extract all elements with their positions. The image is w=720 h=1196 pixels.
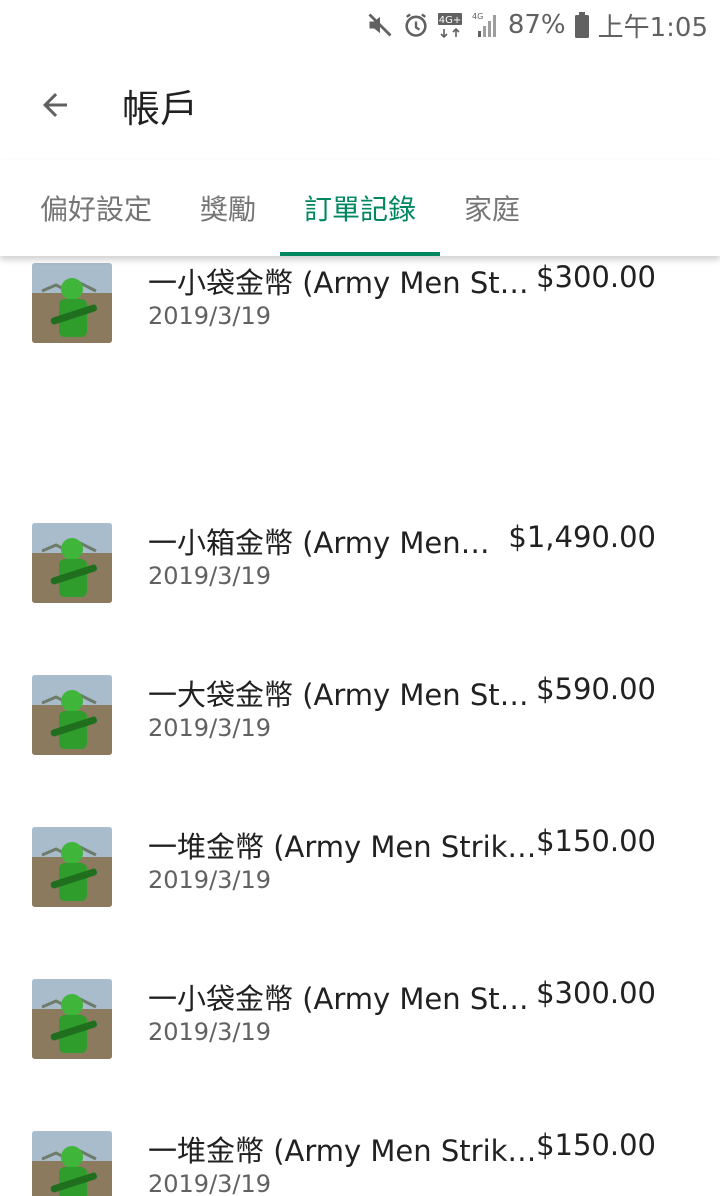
order-price: $590.00 [536, 672, 656, 706]
order-title: 一堆金幣 (Army Men Strik… [148, 830, 537, 864]
app-icon [32, 263, 112, 343]
mute-icon [366, 11, 394, 39]
tab-rewards[interactable]: 獎勵 [190, 160, 266, 256]
order-price: $1,490.00 [508, 520, 656, 554]
signal-icon: 4G [472, 11, 500, 39]
tab-preferences[interactable]: 偏好設定 [28, 160, 164, 256]
app-icon [32, 1131, 112, 1196]
active-tab-indicator [280, 252, 440, 256]
battery-icon [574, 11, 590, 39]
order-price: $300.00 [536, 976, 656, 1010]
arrow-back-icon [43, 93, 67, 117]
order-title: 一堆金幣 (Army Men Strik… [148, 1134, 537, 1168]
tab-label: 偏好設定 [39, 193, 152, 226]
order-price: $300.00 [536, 260, 656, 294]
tab-label: 家庭 [463, 193, 520, 226]
order-price: $150.00 [536, 824, 656, 858]
page-title: 帳戶 [122, 87, 199, 131]
app-icon [32, 979, 112, 1059]
tab-order-history[interactable]: 訂單記錄 [280, 160, 440, 256]
tab-label: 訂單記錄 [303, 193, 416, 226]
status-bar: 4G+ 4G 87% 上午1:05 [0, 0, 720, 50]
app-bar: 帳戶 [0, 50, 720, 160]
order-date: 2019/3/19 [148, 1018, 272, 1046]
order-date: 2019/3/19 [148, 714, 272, 742]
order-row[interactable]: 一堆金幣 (Army Men Strik… $150.00 2019/3/19 [0, 820, 720, 920]
order-row[interactable]: 一大袋金幣 (Army Men St… $590.00 2019/3/19 [0, 668, 720, 768]
order-title: 一小袋金幣 (Army Men St… [148, 266, 529, 300]
tab-bar: 偏好設定 獎勵 訂單記錄 家庭 [0, 160, 720, 256]
order-date: 2019/3/19 [148, 302, 272, 330]
order-row[interactable]: 一小袋金幣 (Army Men St… $300.00 2019/3/19 [0, 972, 720, 1072]
order-row[interactable]: 一小袋金幣 (Army Men St… $300.00 2019/3/19 [0, 256, 720, 356]
order-row[interactable]: 一堆金幣 (Army Men Strik… $150.00 2019/3/19 [0, 1124, 720, 1196]
back-button[interactable] [26, 76, 84, 134]
order-row[interactable]: 一小箱金幣 (Army Men… $1,490.00 2019/3/19 [0, 516, 720, 616]
order-date: 2019/3/19 [148, 562, 272, 590]
svg-text:4G+: 4G+ [439, 15, 462, 26]
svg-text:4G: 4G [472, 12, 483, 21]
tab-label: 獎勵 [199, 193, 256, 226]
app-icon [32, 523, 112, 603]
order-date: 2019/3/19 [148, 1170, 272, 1196]
order-title: 一大袋金幣 (Army Men St… [148, 678, 529, 712]
order-date: 2019/3/19 [148, 866, 272, 894]
order-list: 一小袋金幣 (Army Men St… $300.00 2019/3/19 一小… [0, 256, 720, 1196]
tab-family[interactable]: 家庭 [454, 160, 530, 256]
4g-icon: 4G+ [437, 11, 464, 39]
app-icon [32, 827, 112, 907]
alarm-icon [402, 11, 430, 39]
battery-percent: 87% [507, 10, 566, 40]
app-icon [32, 675, 112, 755]
clock: 上午1:05 [597, 12, 708, 43]
order-title: 一小袋金幣 (Army Men St… [148, 982, 529, 1016]
order-price: $150.00 [536, 1128, 656, 1162]
order-title: 一小箱金幣 (Army Men… [148, 526, 490, 560]
